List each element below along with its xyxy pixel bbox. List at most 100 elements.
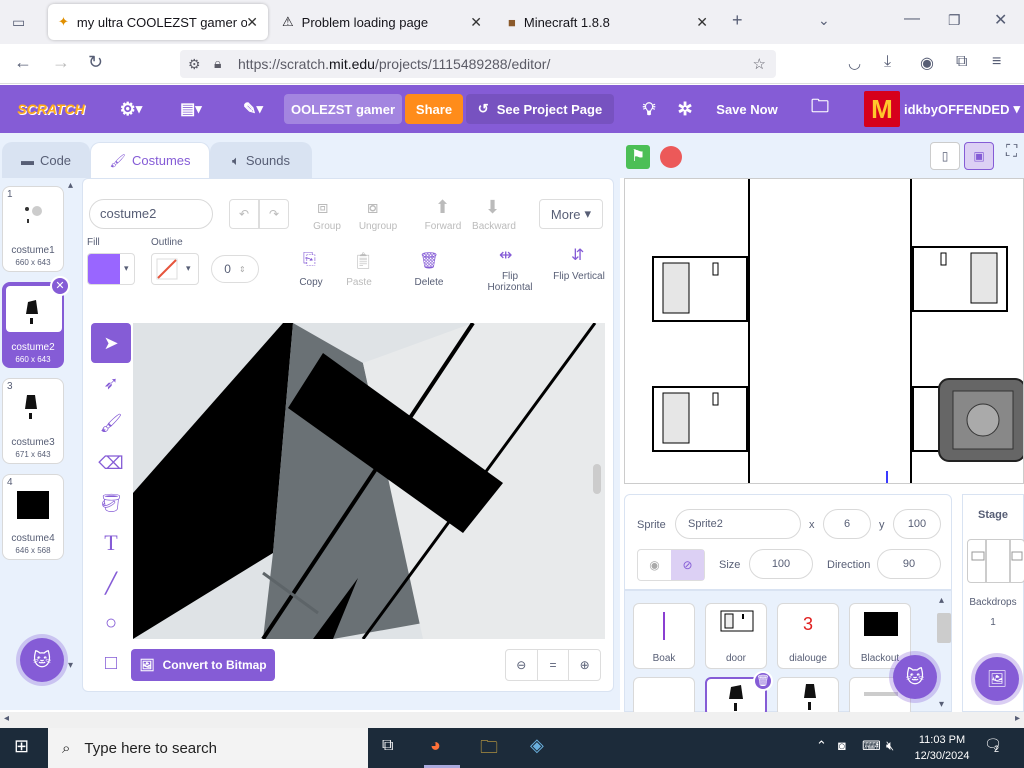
back-icon[interactable]: ← [14,52,32,73]
select-tool[interactable]: ➤ [91,323,131,363]
rectangle-tool[interactable]: □ [91,643,131,683]
sprite-item[interactable] [777,677,839,717]
choose-costume-button[interactable]: 🐱︎ [20,638,64,682]
forward-layer-icon[interactable]: ⬆ [435,197,450,218]
group-icon[interactable]: ⧈ [317,197,328,218]
browser-tab[interactable]: ■ Minecraft 1.8.8 ✕ [498,4,718,40]
eraser-tool[interactable]: ⌫ [91,443,131,483]
choose-sprite-button[interactable]: 🐱︎ [893,655,937,699]
file-menu[interactable]: ▤ ▾ [172,85,210,133]
direction-input[interactable]: 90 [877,549,941,579]
redo-icon[interactable]: ↷ [259,199,289,229]
text-tool[interactable]: T [91,523,131,563]
stage-canvas[interactable] [624,178,1024,484]
scroll-down-icon[interactable]: ▾ [939,699,944,710]
green-flag-icon[interactable]: ⚑ [626,145,650,169]
page-horizontal-scrollbar[interactable]: ◂ ▸ [0,712,1024,728]
sprite-list-scrollbar[interactable]: ▴ ▾ [937,595,951,710]
costume-name-input[interactable]: costume2 [89,199,213,229]
delete-sprite-icon[interactable]: 🗑︎ [753,671,773,691]
costume-item[interactable]: 4 costume4 646 x 568 [2,474,64,560]
download-icon[interactable]: ⤓ [884,53,891,71]
hide-eye-icon[interactable]: ⊘ [671,550,704,580]
browser-tab-active[interactable]: ✦ my ultra COOLEZST gamer on S ✕ [48,4,268,40]
browser-tab[interactable]: ⚠ Problem loading page ✕ [272,4,492,40]
avatar[interactable]: M [864,91,900,127]
file-explorer-icon[interactable]: 🗀 [480,735,498,765]
app-menu-icon[interactable]: ≡ [992,53,1001,71]
window-close-icon[interactable]: ✕ [994,10,1007,30]
canvas-scrollbar[interactable] [593,464,601,494]
project-title-input[interactable]: OOLEZST gamer [284,94,402,124]
lightbulb-icon[interactable]: 💡︎ [636,85,662,133]
maximize-icon[interactable]: ❐ [948,12,961,29]
scroll-up-icon[interactable]: ▴ [939,595,944,606]
fill-color-picker[interactable]: ▾ [87,253,135,285]
undo-icon[interactable]: ↶ [229,199,259,229]
share-button[interactable]: Share [405,94,463,124]
paste-icon[interactable]: 📋︎ [353,251,373,271]
extensions-icon[interactable]: ⧉ [956,53,967,71]
account-menu[interactable]: idkbyOFFENDED ▾ [904,85,1020,133]
minecraft-launcher-icon[interactable]: ◈ [530,735,544,756]
windows-start-icon[interactable]: ⊞ [14,736,29,757]
choose-backdrop-button[interactable]: 🖼︎ [975,657,1019,701]
reload-icon[interactable]: ↻ [88,52,103,73]
trash-icon[interactable]: 🗑︎ [419,251,439,271]
more-button[interactable]: More ▾ [539,199,603,229]
brush-tool[interactable]: 🖌︎ [91,403,131,443]
backward-layer-icon[interactable]: ⬇ [485,197,500,218]
line-tool[interactable]: ╱ [91,563,131,603]
sprite-item[interactable] [633,677,695,717]
x-input[interactable]: 6 [823,509,871,539]
zoom-in-icon[interactable]: ⊕ [569,650,600,680]
fullscreen-icon[interactable]: ⛶ [1006,143,1017,161]
outline-width-input[interactable]: 0 ⇕ [211,255,259,283]
tab-sounds[interactable]: 🔈︎ Sounds [210,142,312,178]
scroll-thumb[interactable] [937,613,951,643]
forward-icon[interactable]: → [52,52,70,73]
costume-item[interactable]: 1 costume1 660 x 643 [2,186,64,272]
page-info-icon[interactable]: ⚙ [188,56,201,73]
close-tab-icon[interactable]: ✕ [470,14,482,31]
scratch-logo[interactable]: SCRATCH [14,85,88,133]
y-input[interactable]: 100 [893,509,941,539]
pocket-icon[interactable]: ◡ [848,54,861,72]
size-input[interactable]: 100 [749,549,813,579]
clock[interactable]: 11:03 PM 12/30/2024 [910,732,974,764]
close-tab-icon[interactable]: ✕ [246,14,258,31]
stop-icon[interactable] [660,146,682,168]
account-icon[interactable]: ◉ [920,53,934,73]
minimize-icon[interactable]: — [904,10,920,28]
sprite-item[interactable]: Boak [633,603,695,669]
sprite-item[interactable]: 3 dialouge [777,603,839,669]
tab-costumes[interactable]: 🖌︎ Costumes [90,142,210,178]
volume-muted-icon[interactable]: 🔇︎ [886,738,894,754]
taskbar-search[interactable]: ⌕ Type here to search [48,728,368,768]
sprite-item-selected[interactable]: 🗑︎ [705,671,773,717]
new-tab-icon[interactable]: + [732,10,743,31]
url-bar[interactable]: ⚙ 🔒︎ https://scratch. mit.edu/projects/11… [180,50,776,78]
show-eye-icon[interactable]: ◉ [638,550,671,580]
task-view-icon[interactable]: ⧉ [382,737,393,755]
see-project-page-button[interactable]: ↺ See Project Page [466,94,614,124]
sprite-name-input[interactable]: Sprite2 [675,509,801,539]
flip-vertical-icon[interactable]: ⇵ [571,245,584,265]
scroll-left-icon[interactable]: ◂ [4,713,9,724]
tab-list-icon[interactable]: ▭ [12,14,25,31]
save-now-button[interactable]: Save Now [712,85,782,133]
large-stage-icon[interactable]: ▣ [964,142,994,170]
stage-selector[interactable]: Stage Backdrops 1 🖼︎ [962,494,1024,712]
zoom-out-icon[interactable]: ⊖ [506,650,537,680]
tray-chevron-up-icon[interactable]: ⌃ [816,738,827,754]
fill-tool[interactable]: 🪣︎ [91,483,131,523]
scroll-down-icon[interactable]: ▾ [68,660,73,671]
sprite-item[interactable]: door [705,603,767,669]
webcam-icon[interactable]: ◙ [838,738,846,753]
costume-item-selected[interactable]: 2 costume2 660 x 643 ✕ [2,276,70,368]
convert-to-bitmap-button[interactable]: 🖼︎ Convert to Bitmap [131,649,275,681]
bookmark-star-icon[interactable]: ☆ [753,55,766,73]
my-stuff-folder-icon[interactable]: 🗀 [806,85,834,133]
outline-color-picker[interactable]: ▾ [151,253,199,285]
chevron-down-icon[interactable]: ⌄ [818,12,830,29]
